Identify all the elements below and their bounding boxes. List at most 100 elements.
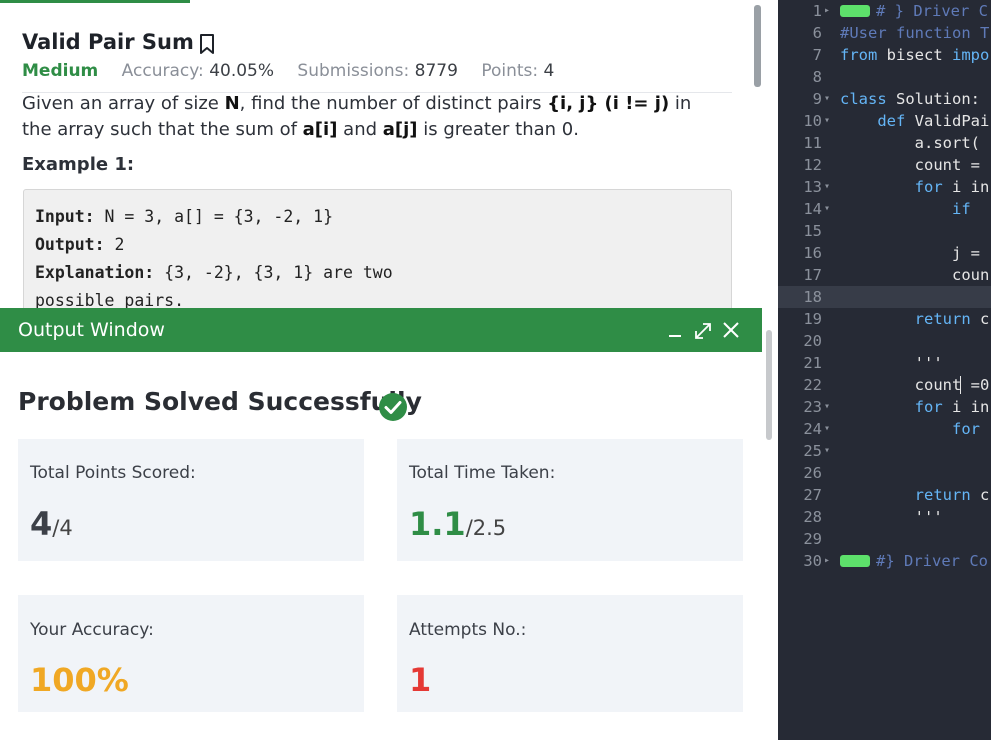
line-number: 6: [812, 24, 822, 42]
code-line[interactable]: 6 #User function T: [778, 22, 991, 44]
code-text: ''': [840, 354, 943, 372]
line-number: 26: [803, 464, 822, 482]
points-value: 4: [543, 61, 555, 81]
code-line[interactable]: 29: [778, 528, 991, 550]
line-number: 17: [803, 266, 822, 284]
code-text: #User function T: [840, 24, 990, 42]
bookmark-icon[interactable]: [198, 33, 216, 55]
code-line[interactable]: 10 ▾ def ValidPai: [778, 110, 991, 132]
line-number: 21: [803, 354, 822, 372]
line-number: 25: [803, 442, 822, 460]
line-number: 28: [803, 508, 822, 526]
line-number: 22: [803, 376, 822, 394]
expand-icon[interactable]: [692, 318, 714, 342]
fold-expanded-icon[interactable]: ▾: [824, 88, 830, 110]
stat-value: 1.1/2.5: [409, 505, 507, 543]
line-number: 27: [803, 486, 822, 504]
stat-card-time: Total Time Taken: 1.1/2.5: [397, 439, 743, 561]
stat-value: 100%: [30, 661, 129, 699]
problem-title: Valid Pair Sum: [22, 30, 194, 54]
code-text: count =0: [840, 376, 990, 394]
code-line[interactable]: 27 return c: [778, 484, 991, 506]
fold-expanded-icon[interactable]: ▾: [824, 418, 830, 440]
code-text: j =: [840, 244, 980, 262]
points-label: Points:: [481, 61, 539, 81]
submissions-value: 8779: [414, 61, 458, 81]
fold-expanded-icon[interactable]: ▾: [824, 198, 830, 220]
code-line[interactable]: 17 coun: [778, 264, 991, 286]
example-title: Example 1:: [22, 154, 135, 175]
fold-expanded-icon[interactable]: ▾: [824, 440, 830, 462]
stat-card-accuracy: Your Accuracy: 100%: [18, 595, 364, 712]
code-line[interactable]: 1 ▸ # } Driver C: [778, 0, 991, 22]
code-text: return c: [840, 310, 990, 328]
problem-statement: Given an array of size N, find the numbe…: [22, 93, 692, 140]
output-window-title: Output Window: [18, 319, 165, 341]
stat-value: 4/4: [30, 505, 73, 543]
problem-meta: Medium Accuracy: 40.05% Submissions: 877…: [22, 61, 554, 81]
stat-label: Total Time Taken:: [409, 463, 556, 483]
code-line[interactable]: 11 a.sort(: [778, 132, 991, 154]
code-line[interactable]: 28 ''': [778, 506, 991, 528]
close-icon[interactable]: [720, 318, 742, 342]
code-line[interactable]: 14 ▾ if: [778, 198, 991, 220]
line-number: 29: [803, 530, 822, 548]
collapsed-region-icon[interactable]: [840, 4, 870, 17]
code-text: from bisect impo: [840, 46, 990, 64]
fold-collapsed-icon[interactable]: ▸: [824, 0, 830, 22]
line-number: 19: [803, 310, 822, 328]
code-line[interactable]: 23 ▾ for i in: [778, 396, 991, 418]
code-line[interactable]: 24 ▾ for: [778, 418, 991, 440]
submissions-label: Submissions:: [297, 61, 410, 81]
accuracy-label: Accuracy:: [121, 61, 204, 81]
code-line[interactable]: 26: [778, 462, 991, 484]
code-line[interactable]: 19 return c: [778, 308, 991, 330]
code-line[interactable]: 8: [778, 66, 991, 88]
code-text: ''': [840, 508, 943, 526]
code-text: #} Driver Co: [840, 550, 988, 572]
code-line[interactable]: 15: [778, 220, 991, 242]
check-circle-icon: [379, 393, 407, 421]
stat-card-points: Total Points Scored: 4/4: [18, 439, 364, 561]
stat-card-attempts: Attempts No.: 1: [397, 595, 743, 712]
code-line[interactable]: 21 ''': [778, 352, 991, 374]
line-number: 8: [812, 68, 822, 86]
code-editor[interactable]: 1 ▸ # } Driver C 6 #User function T 7 from bis…: [778, 0, 991, 740]
code-line[interactable]: 9 ▾ class Solution:: [778, 88, 991, 110]
code-line[interactable]: 18: [778, 286, 991, 308]
code-line[interactable]: 16 j =: [778, 242, 991, 264]
stat-value: 1: [409, 661, 432, 699]
fold-expanded-icon[interactable]: ▾: [824, 176, 830, 198]
line-number: 11: [803, 134, 822, 152]
status-message: Problem Solved Successfully: [18, 387, 422, 416]
code-line[interactable]: 25 ▾: [778, 440, 991, 462]
problem-scrollbar[interactable]: [754, 5, 761, 87]
code-line[interactable]: 7 from bisect impo: [778, 44, 991, 66]
fold-collapsed-icon[interactable]: ▸: [824, 550, 830, 572]
code-line[interactable]: 12 count =: [778, 154, 991, 176]
code-line[interactable]: 13 ▾ for i in: [778, 176, 991, 198]
code-line[interactable]: 30 ▸ #} Driver Co: [778, 550, 991, 572]
line-number: 14: [803, 200, 822, 218]
line-number: 15: [803, 222, 822, 240]
code-text: for i in: [840, 178, 990, 196]
line-number: 24: [803, 420, 822, 438]
code-line[interactable]: 20: [778, 330, 991, 352]
fold-expanded-icon[interactable]: ▾: [824, 110, 830, 132]
minimize-icon[interactable]: [664, 318, 686, 342]
line-number: 10: [803, 112, 822, 130]
output-scrollbar[interactable]: [766, 330, 772, 440]
fold-expanded-icon[interactable]: ▾: [824, 396, 830, 418]
line-number: 18: [803, 288, 822, 306]
line-number: 13: [803, 178, 822, 196]
line-number: 7: [812, 46, 822, 64]
line-number: 16: [803, 244, 822, 262]
output-window-header: Output Window: [0, 308, 762, 352]
code-text: for i in: [840, 398, 990, 416]
code-text: for: [840, 420, 980, 438]
line-number: 12: [803, 156, 822, 174]
line-number: 9: [812, 90, 822, 108]
collapsed-region-icon[interactable]: [840, 554, 870, 567]
code-text: def ValidPai: [840, 112, 990, 130]
